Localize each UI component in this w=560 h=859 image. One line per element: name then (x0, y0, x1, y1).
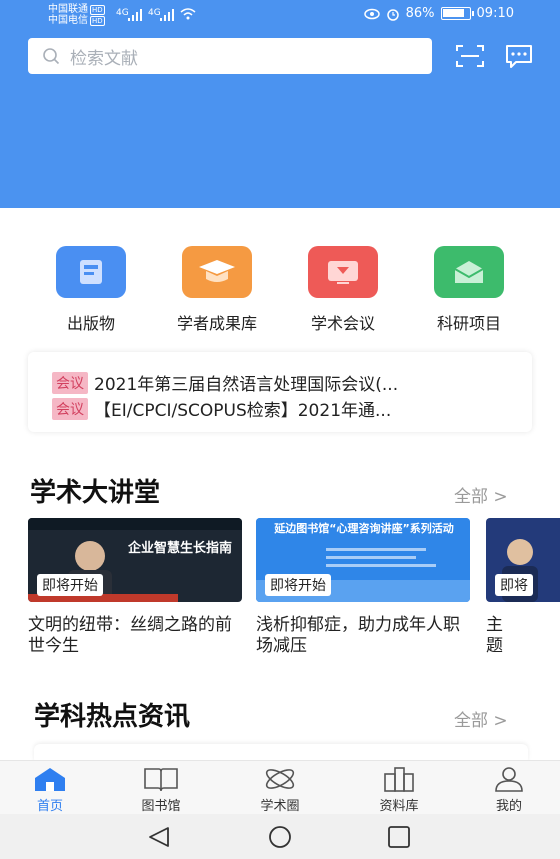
signal-icon (160, 9, 174, 21)
carrier-1: 中国联通 (48, 4, 88, 15)
search-icon (43, 48, 60, 65)
network-type-2: 4G (148, 8, 161, 18)
tab-academic-circle[interactable]: 学术圈 (240, 765, 320, 814)
notice-tag: 会议 (52, 398, 88, 420)
conference-notice-card[interactable]: 会议 2021年第三届自然语言处理国际会议(... 会议 【EI/CPCI/SCOP… (28, 352, 532, 432)
notice-item[interactable]: 会议 2021年第三届自然语言处理国际会议(... (52, 370, 398, 395)
tab-library[interactable]: 图书馆 (121, 765, 201, 814)
tab-home[interactable]: 首页 (10, 765, 90, 814)
lecture-thumbnail: 企业智慧生长指南 即将开始 (28, 518, 242, 602)
message-icon[interactable] (504, 43, 534, 69)
tab-label: 图书馆 (141, 799, 181, 814)
news-section-title: 学科热点资讯 (34, 702, 191, 732)
notice-item[interactable]: 会议 【EI/CPCI/SCOPUS检索】2021年通... (52, 396, 391, 421)
news-more-link[interactable]: 全部 > (454, 706, 508, 731)
battery-fill (442, 9, 464, 17)
tab-label: 学术圈 (260, 799, 300, 814)
lecture-thumbnail: 即将 (486, 518, 560, 602)
network-type-1: 4G (116, 8, 129, 18)
back-triangle-icon[interactable] (146, 825, 172, 849)
archive-icon (384, 767, 414, 792)
notice-text: 2021年第三届自然语言处理国际会议(... (94, 375, 399, 395)
notice-tag: 会议 (52, 372, 88, 394)
category-publications[interactable]: 出版物 (28, 246, 154, 334)
lectures-section-title: 学术大讲堂 (30, 478, 161, 508)
category-conferences[interactable]: 学术会议 (280, 246, 406, 334)
home-icon (35, 768, 65, 791)
hd-badge-1: HD (90, 5, 105, 15)
category-label: 出版物 (66, 314, 115, 333)
carrier-info: 中国联通 HD 中国电信 HD (48, 4, 105, 26)
lecture-title: 浅析抑郁症，助力成年人职场减压 (256, 615, 460, 656)
clock: 09:10 (476, 6, 514, 21)
tab-label: 我的 (495, 799, 522, 814)
lecture-card[interactable]: 延边图书馆“心理咨询讲座”系列活动 即将开始 浅析抑郁症，助力成年人职场减压 (256, 518, 470, 657)
graduation-cap-icon (182, 246, 252, 298)
tab-me[interactable]: 我的 (469, 765, 549, 814)
category-research-projects[interactable]: 科研项目 (406, 246, 532, 334)
lecture-title: 主题节能 (486, 615, 503, 656)
category-label: 学者成果库 (176, 314, 257, 333)
category-label: 学术会议 (310, 314, 375, 333)
hd-badge-2: HD (90, 16, 105, 26)
status-right: 86% 09:10 (363, 6, 514, 21)
tab-database[interactable]: 资料库 (359, 765, 439, 814)
alarm-icon (386, 8, 399, 21)
lecture-thumbnail: 延边图书馆“心理咨询讲座”系列活动 即将开始 (256, 518, 470, 602)
orbit-icon (265, 769, 295, 789)
signal-icon (128, 9, 142, 21)
lecture-thumb-text: 企业智慧生长指南 (128, 541, 233, 556)
category-grid: 出版物 学者成果库 学术会议 科研项目 (0, 246, 560, 336)
tab-label: 首页 (36, 799, 63, 814)
category-scholar-results[interactable]: 学者成果库 (154, 246, 280, 334)
eye-icon (363, 8, 380, 19)
conference-screen-icon (308, 246, 378, 298)
search-input[interactable]: 检索文献 (70, 44, 138, 69)
research-project-icon (434, 246, 504, 298)
lecture-status-badge: 即将开始 (265, 574, 331, 596)
recents-square-icon[interactable] (386, 825, 412, 849)
person-icon (495, 767, 523, 792)
tab-label: 资料库 (379, 799, 419, 814)
battery-percent: 86% (405, 6, 435, 21)
home-circle-icon[interactable] (267, 825, 293, 849)
bottom-tab-bar: 首页 图书馆 学术圈 资料库 我的 (0, 760, 560, 814)
notice-text: 【EI/CPCI/SCOPUS检索】2021年通... (94, 401, 392, 421)
lecture-status-badge: 即将开始 (37, 574, 103, 596)
lecture-card[interactable]: 即将 主题节能 (486, 518, 560, 657)
lecture-thumb-text: 延边图书馆“心理咨询讲座”系列活动 (274, 522, 454, 535)
publication-icon (56, 246, 126, 298)
lecture-status-badge: 即将 (495, 574, 533, 596)
scan-icon[interactable] (455, 43, 485, 69)
lecture-card[interactable]: 企业智慧生长指南 即将开始 文明的纽带：丝绸之路的前世今生 (28, 518, 242, 657)
lecture-title: 文明的纽带：丝绸之路的前世今生 (28, 615, 232, 656)
battery-icon (440, 7, 474, 20)
search-bar[interactable]: 检索文献 (28, 38, 432, 74)
status-bar: 中国联通 HD 中国电信 HD 4G 4G 86% 09:10 (0, 0, 560, 32)
category-label: 科研项目 (436, 314, 501, 333)
book-icon (144, 768, 178, 792)
carrier-2: 中国电信 (48, 15, 88, 26)
system-nav-bar (0, 814, 560, 859)
wifi-icon (180, 8, 196, 20)
lectures-more-link[interactable]: 全部 > (454, 482, 508, 507)
